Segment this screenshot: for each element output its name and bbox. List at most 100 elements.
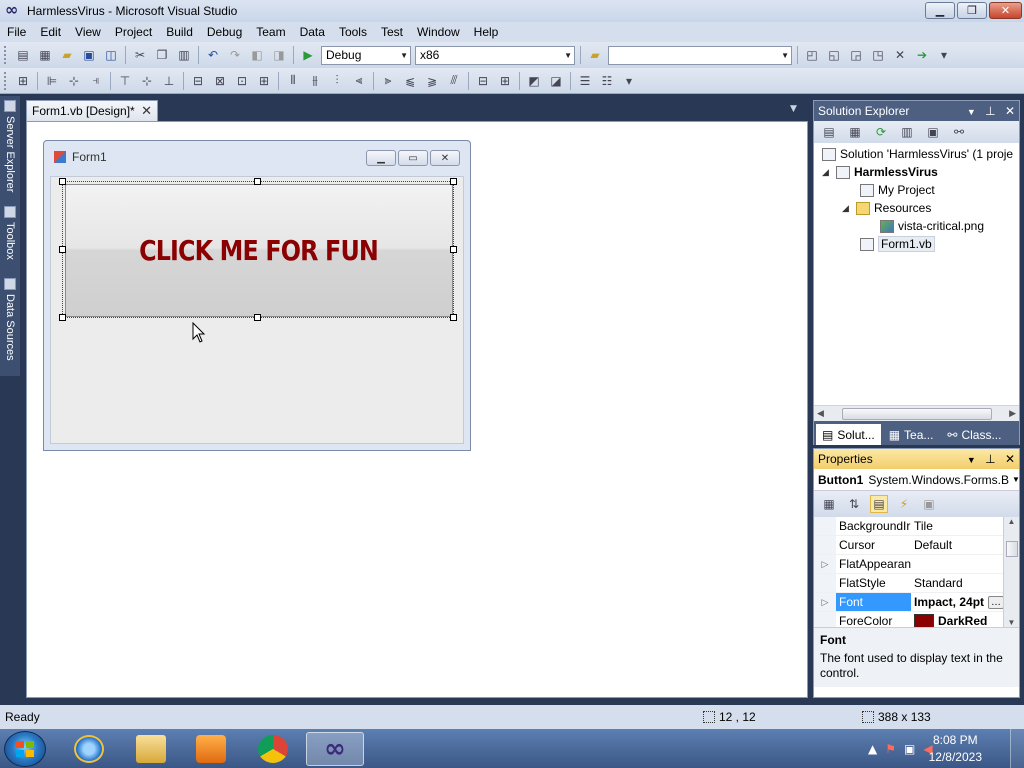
view-designer-icon[interactable]: ▣ [924, 123, 942, 141]
start-debugging-icon[interactable]: ▶ [299, 46, 317, 64]
add-item-icon[interactable]: ▦ [36, 46, 54, 64]
horizontal-spacing-remove-icon[interactable]: ⫷ [350, 72, 368, 90]
property-pages-icon[interactable]: ▣ [920, 495, 938, 513]
scroll-thumb[interactable] [841, 407, 992, 420]
properties-window-icon[interactable]: ◱ [825, 46, 843, 64]
toolbox-icon[interactable]: ◳ [869, 46, 887, 64]
menu-view[interactable]: View [68, 25, 108, 39]
menu-project[interactable]: Project [108, 25, 159, 39]
paste-icon[interactable]: ▥ [175, 46, 193, 64]
make-same-height-icon[interactable]: ⊠ [211, 72, 229, 90]
horizontal-spacing-decrease-icon[interactable]: ⫶ [328, 72, 346, 90]
property-row[interactable]: FlatStyle Standard [814, 574, 1019, 593]
scroll-left-icon[interactable]: ◀ [817, 409, 824, 419]
more-tools-icon[interactable]: ▾ [935, 46, 953, 64]
solution-explorer-icon[interactable]: ◰ [803, 46, 821, 64]
form-window[interactable]: Form1 ▁ ▭ ✕ CLICK ME FOR FUN [43, 140, 471, 451]
resize-handle-e[interactable] [450, 246, 457, 253]
make-same-size-icon[interactable]: ⊡ [233, 72, 251, 90]
view-code-icon[interactable]: ▥ [898, 123, 916, 141]
active-files-dropdown-icon[interactable]: ▼ [790, 104, 797, 114]
align-bottoms-icon[interactable]: ⊥ [160, 72, 178, 90]
bring-to-front-icon[interactable]: ◩ [525, 72, 543, 90]
resize-handle-w[interactable] [59, 246, 66, 253]
data-sources-tab[interactable]: Data Sources [2, 278, 18, 361]
resize-handle-s[interactable] [254, 314, 261, 321]
make-same-width-icon[interactable]: ⊟ [189, 72, 207, 90]
toolbar-grip[interactable] [4, 46, 8, 64]
copy-icon[interactable]: ❐ [153, 46, 171, 64]
tab-form1-design[interactable]: Form1.vb [Design]* ✕ [26, 100, 158, 121]
align-to-grid-icon[interactable]: ⊞ [14, 72, 32, 90]
expand-arrow-icon[interactable]: ▷ [814, 555, 836, 573]
panel-menu-icon[interactable]: ▼ [967, 107, 976, 117]
close-tab-icon[interactable]: ✕ [141, 103, 152, 119]
center-horizontally-icon[interactable]: ⊟ [474, 72, 492, 90]
property-row[interactable]: ▷ FlatAppearan [814, 555, 1019, 574]
close-button[interactable]: ✕ [989, 2, 1022, 19]
minimize-button[interactable]: ▁ [925, 2, 955, 19]
vertical-spacing-remove-icon[interactable]: ⫻ [445, 72, 463, 90]
vertical-spacing-decrease-icon[interactable]: ⫺ [423, 72, 441, 90]
toolbox-tab[interactable]: Toolbox [2, 206, 18, 260]
center-vertically-icon[interactable]: ⊞ [496, 72, 514, 90]
start-button[interactable] [4, 731, 46, 767]
toolbar-grip[interactable] [4, 71, 8, 90]
start-page-icon[interactable]: ➔ [913, 46, 931, 64]
collapse-arrow-icon[interactable]: ◢ [842, 203, 852, 214]
scroll-thumb[interactable] [1005, 541, 1018, 557]
vertical-spacing-increase-icon[interactable]: ⫹ [401, 72, 419, 90]
expand-arrow-icon[interactable]: ▷ [814, 593, 836, 611]
tree-node-resource-file[interactable]: vista-critical.png [880, 217, 984, 235]
taskbar-visual-studio[interactable]: ∞ [306, 732, 364, 766]
find-combo[interactable]: ▼ [608, 45, 792, 65]
menu-tools[interactable]: Tools [332, 25, 374, 39]
properties-icon[interactable]: ▤ [820, 123, 838, 141]
new-project-icon[interactable]: ▤ [14, 46, 32, 64]
send-to-back-icon[interactable]: ◪ [547, 72, 565, 90]
align-middles-icon[interactable]: ⊹ [138, 72, 156, 90]
open-file-icon[interactable]: ▰ [58, 46, 76, 64]
form-client-area[interactable]: CLICK ME FOR FUN [50, 176, 464, 444]
pin-icon[interactable]: ⊥ [985, 452, 995, 466]
menu-debug[interactable]: Debug [200, 25, 249, 39]
extension-manager-icon[interactable]: ✕ [891, 46, 909, 64]
align-tops-icon[interactable]: ⊤ [116, 72, 134, 90]
cut-icon[interactable]: ✂ [131, 46, 149, 64]
scroll-up-icon[interactable]: ▲ [1008, 517, 1016, 526]
tree-node-resources[interactable]: ◢ Resources [842, 199, 931, 217]
tab-class-view[interactable]: ⚯ Class... [941, 424, 1007, 445]
property-row[interactable]: BackgroundIr Tile [814, 517, 1019, 536]
network-icon[interactable]: ▣ [904, 742, 915, 756]
tab-team-explorer[interactable]: ▦ Tea... [883, 424, 940, 445]
save-all-icon[interactable]: ◫ [102, 46, 120, 64]
server-explorer-tab[interactable]: Server Explorer [2, 100, 18, 192]
show-hidden-icons-icon[interactable]: ▲ [868, 742, 877, 756]
resize-handle-nw[interactable] [59, 178, 66, 185]
menu-test[interactable]: Test [374, 25, 410, 39]
menu-team[interactable]: Team [249, 25, 292, 39]
menu-help[interactable]: Help [467, 25, 506, 39]
tab-order-icon[interactable]: ☰ [576, 72, 594, 90]
find-in-files-icon[interactable]: ▰ [586, 46, 604, 64]
size-to-grid-icon[interactable]: ⊞ [255, 72, 273, 90]
events-icon[interactable]: ⚡ [895, 495, 913, 513]
tab-solution-explorer[interactable]: ▤ Solut... [816, 424, 881, 445]
align-rights-icon[interactable]: ⫣ [87, 72, 105, 90]
vertical-scrollbar[interactable]: ▲ ▼ [1003, 517, 1019, 627]
tree-node-solution[interactable]: Solution 'HarmlessVirus' (1 proje [822, 145, 1013, 163]
resize-handle-sw[interactable] [59, 314, 66, 321]
navigate-back-icon[interactable]: ◧ [248, 46, 266, 64]
panel-close-icon[interactable]: ✕ [1005, 452, 1015, 466]
system-clock[interactable]: 8:08 PM 12/8/2023 [929, 732, 982, 766]
panel-menu-icon[interactable]: ▼ [967, 455, 976, 465]
refresh-icon[interactable]: ⟳ [872, 123, 890, 141]
vertical-spacing-equal-icon[interactable]: ⫸ [379, 72, 397, 90]
action-center-icon[interactable]: ⚑ [885, 742, 896, 756]
solution-platform-combo[interactable]: x86 ▼ [415, 45, 575, 65]
align-lefts-icon[interactable]: ⊫ [43, 72, 61, 90]
collapse-arrow-icon[interactable]: ◢ [822, 167, 832, 178]
tree-node-form1[interactable]: Form1.vb [860, 235, 935, 253]
maximize-button[interactable]: ❐ [957, 2, 987, 19]
horizontal-spacing-increase-icon[interactable]: ⫵ [306, 72, 324, 90]
